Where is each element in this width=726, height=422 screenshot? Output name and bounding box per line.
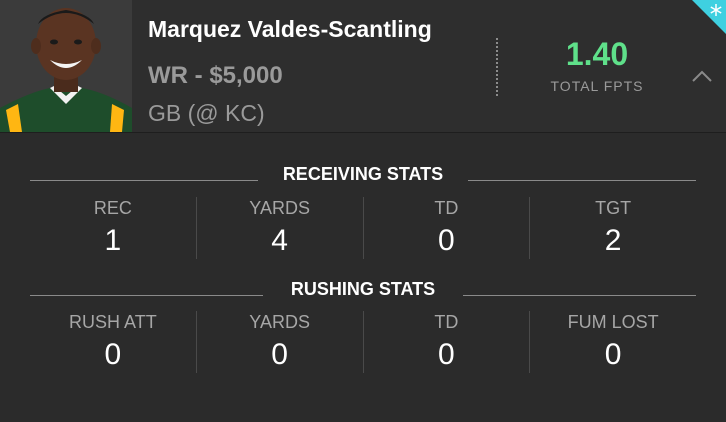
total-fpts-label: TOTAL FPTS (550, 78, 644, 94)
stat-value: 4 (271, 224, 288, 257)
position-salary: WR - $5,000 (148, 62, 283, 89)
header-divider (496, 38, 498, 96)
stat-label: RUSH ATT (69, 312, 157, 332)
team-matchup: GB (@ KC) (148, 100, 265, 126)
stat-label: TD (434, 198, 459, 218)
rushing-stats-row: RUSH ATT 0 YARDS 0 TD 0 FUM LOST 0 (30, 311, 696, 373)
player-name[interactable]: Marquez Valdes-Scantling (148, 16, 432, 43)
stat-value: 2 (604, 224, 622, 257)
receiving-rule-right (468, 180, 696, 181)
stat-value: 0 (271, 338, 288, 371)
stat-rush-td: TD 0 (362, 311, 530, 373)
player-header[interactable]: Marquez Valdes-Scantling WR - $5,000 GB … (0, 0, 726, 133)
player-avatar (0, 0, 132, 132)
player-headshot-image (0, 0, 132, 132)
total-fpts-value: 1.40 (565, 36, 629, 72)
chevron-up-icon[interactable] (688, 64, 716, 88)
stat-value: 0 (438, 338, 455, 371)
stat-value: 0 (104, 338, 122, 371)
stat-rush-att: RUSH ATT 0 (30, 311, 196, 373)
stat-rec: REC 1 (30, 197, 196, 259)
stat-label: TGT (595, 198, 632, 218)
stat-value: 0 (438, 224, 455, 257)
stat-yards: YARDS 4 (195, 197, 363, 259)
stat-tgt: TGT 2 (529, 197, 696, 259)
rushing-stats-title: RUSHING STATS (290, 279, 436, 299)
stat-rush-yards: YARDS 0 (195, 311, 363, 373)
snowflake-icon (692, 0, 726, 34)
stat-td: TD 0 (362, 197, 530, 259)
receiving-stats-row: REC 1 YARDS 4 TD 0 TGT 2 (30, 197, 696, 259)
rushing-rule-right (463, 295, 696, 296)
stat-label: YARDS (249, 312, 310, 332)
stat-fum-lost: FUM LOST 0 (529, 311, 696, 373)
stat-value: 1 (104, 224, 122, 257)
stat-value: 0 (604, 338, 622, 371)
stat-label: TD (434, 312, 459, 332)
stat-label: REC (93, 198, 132, 218)
stat-label: YARDS (249, 198, 310, 218)
receiving-stats-title: RECEIVING STATS (282, 164, 444, 184)
stat-label: FUM LOST (567, 312, 659, 332)
